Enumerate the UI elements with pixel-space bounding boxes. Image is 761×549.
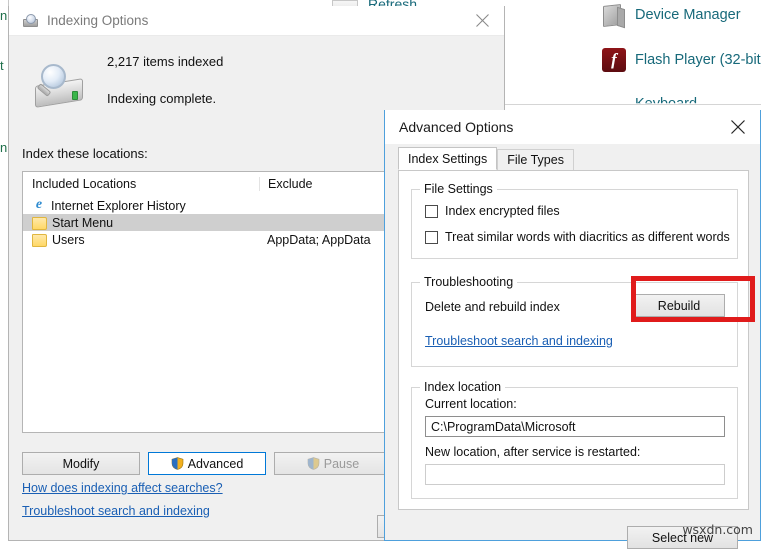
shield-icon [171, 457, 184, 470]
rebuild-button[interactable]: Rebuild [633, 294, 725, 317]
tab-label: Index Settings [408, 151, 488, 166]
internet-explorer-icon [32, 197, 46, 213]
folder-icon [32, 233, 47, 247]
checkbox-row-treat-similar-words[interactable]: Treat similar words with diacritics as d… [425, 230, 737, 244]
current-location-label: Current location: [425, 397, 517, 411]
tab-index-settings[interactable]: Index Settings [398, 147, 498, 170]
index-settings-panel: File Settings Index encrypted files Trea… [398, 170, 749, 549]
row-included-label: Internet Explorer History [51, 198, 186, 213]
background-text-fragment: t [0, 58, 4, 73]
advanced-button-label: Advanced [187, 456, 244, 471]
control-panel-item-label: Flash Player (32-bit) [635, 52, 761, 68]
tab-label: File Types [507, 153, 564, 167]
link-how-does-indexing-affect-searches[interactable]: How does indexing affect searches? [22, 481, 223, 495]
control-panel-item-device-manager[interactable]: Device Manager [600, 2, 741, 28]
device-manager-icon [600, 2, 626, 28]
advanced-options-titlebar: Advanced Options [385, 110, 760, 144]
pause-button-label: Pause [323, 456, 360, 471]
file-settings-legend: File Settings [420, 182, 497, 196]
current-location-value: C:\ProgramData\Microsoft [431, 419, 576, 434]
checkbox-label: Index encrypted files [445, 204, 560, 218]
advanced-options-title: Advanced Options [399, 119, 514, 135]
indexing-options-icon [22, 13, 38, 29]
folder-icon [32, 216, 47, 230]
pause-button: Pause [274, 452, 392, 475]
current-location-field[interactable]: C:\ProgramData\Microsoft [425, 416, 725, 437]
close-icon[interactable] [716, 110, 760, 144]
background-separator [505, 104, 761, 105]
treat-diacritics-checkbox[interactable] [425, 230, 438, 244]
delete-and-rebuild-index-label: Delete and rebuild index [425, 300, 560, 314]
index-encrypted-files-checkbox[interactable] [425, 204, 438, 218]
advanced-options-tabstrip: Index Settings File Types [398, 147, 747, 170]
advanced-options-window: Advanced Options Index Settings File Typ… [384, 110, 761, 549]
close-icon[interactable] [460, 6, 504, 35]
watermark: wsxdn.com [682, 522, 753, 537]
background-text-fragment: n [0, 8, 8, 23]
control-panel-item-flash-player[interactable]: Flash Player (32-bit) [602, 48, 761, 72]
tab-file-types[interactable]: File Types [497, 149, 574, 170]
index-location-legend: Index location [420, 380, 506, 394]
new-location-field[interactable] [425, 464, 725, 485]
items-indexed-text: 2,217 items indexed [107, 54, 224, 69]
control-panel-item-label: Device Manager [635, 7, 741, 23]
row-included-label: Users [52, 232, 85, 247]
flash-player-icon [602, 48, 626, 72]
troubleshooting-group: Troubleshooting Delete and rebuild index… [411, 275, 738, 367]
indexing-options-links: How does indexing affect searches? Troub… [22, 481, 223, 527]
modify-button[interactable]: Modify [22, 452, 140, 475]
modify-button-label: Modify [62, 456, 100, 471]
new-location-label: New location, after service is restarted… [425, 445, 641, 459]
troubleshooting-legend: Troubleshooting [420, 275, 518, 289]
indexing-status-text: Indexing complete. [107, 91, 217, 106]
index-drive-magnifier-icon [31, 62, 85, 112]
rebuild-button-label: Rebuild [657, 298, 701, 313]
indexing-options-titlebar: Indexing Options [9, 6, 504, 36]
advanced-button[interactable]: Advanced [148, 452, 266, 475]
checkbox-label: Treat similar words with diacritics as d… [445, 230, 730, 244]
background-text-fragment: n [0, 140, 8, 155]
column-header-included-locations[interactable]: Included Locations [23, 177, 259, 191]
indexing-options-title: Indexing Options [47, 13, 149, 28]
file-settings-group: File Settings Index encrypted files Trea… [411, 182, 738, 259]
link-troubleshoot-search-and-indexing[interactable]: Troubleshoot search and indexing [22, 504, 223, 518]
checkbox-row-index-encrypted-files[interactable]: Index encrypted files [425, 204, 737, 218]
row-included-label: Start Menu [52, 215, 114, 230]
link-troubleshoot-search-and-indexing[interactable]: Troubleshoot search and indexing [425, 334, 613, 348]
index-location-group: Index location Current location: C:\Prog… [411, 380, 738, 499]
indexing-options-button-row: Modify Advanced Pause [22, 452, 392, 475]
shield-icon [307, 457, 320, 470]
